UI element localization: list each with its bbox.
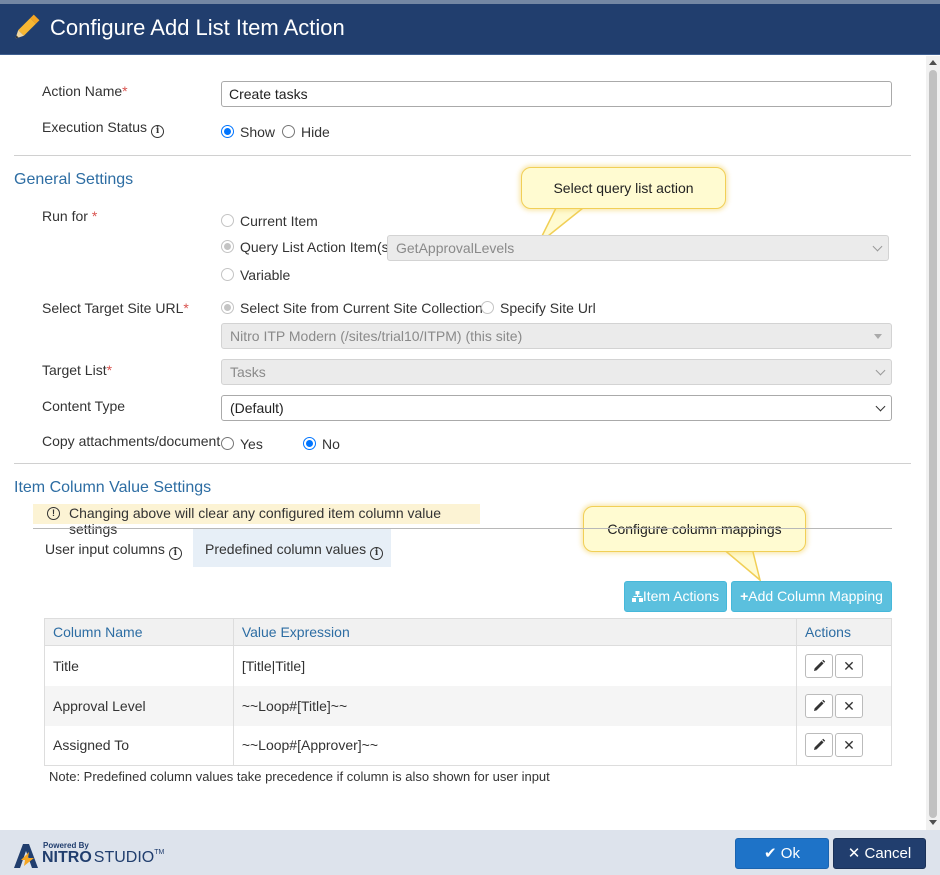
target-list-label: Target List*	[42, 362, 113, 378]
copy-attachments-label: Copy attachments/document	[42, 433, 221, 449]
ok-button[interactable]: ✔ Ok	[735, 838, 829, 869]
site-current-collection-label: Select Site from Current Site Collection	[240, 300, 483, 316]
nitro-studio-logo: Powered By NITRO STUDIOTM	[12, 840, 165, 870]
dialog-footer: Powered By NITRO STUDIOTM ✔ Ok ✕ Cancel	[0, 830, 940, 875]
delete-button[interactable]: ✕	[835, 693, 864, 718]
execution-status-label: Execution Status i	[42, 119, 165, 138]
cell-column-name: Assigned To	[44, 725, 234, 766]
close-icon: ✕	[843, 697, 855, 714]
close-icon: ✕	[843, 657, 855, 674]
cell-value-expression: ~~Loop#[Title]~~	[232, 685, 798, 726]
specify-site-url-radio[interactable]	[481, 301, 494, 314]
vertical-scrollbar[interactable]	[926, 56, 940, 830]
scroll-up-icon[interactable]	[929, 60, 937, 65]
table-row: Title [Title|Title] ✕	[44, 645, 892, 686]
delete-button[interactable]: ✕	[835, 653, 864, 678]
cell-value-expression: ~~Loop#[Approver]~~	[232, 725, 798, 766]
action-name-label: Action Name*	[42, 83, 128, 99]
precedence-note: Note: Predefined column values take prec…	[49, 769, 550, 784]
cell-column-name: Approval Level	[44, 685, 234, 726]
execution-hide-label: Hide	[301, 124, 330, 140]
target-site-select[interactable]: Nitro ITP Modern (/sites/trial10/ITPM) (…	[221, 323, 892, 349]
run-for-variable-label: Variable	[240, 267, 291, 283]
edit-button[interactable]	[805, 733, 834, 758]
pencil-icon	[814, 699, 826, 711]
general-settings-title: General Settings	[14, 171, 134, 188]
close-icon: ✕	[847, 845, 861, 862]
callout-select-query: Select query list action	[521, 167, 726, 209]
execution-show-label: Show	[240, 124, 276, 140]
sitemap-icon	[631, 591, 643, 602]
run-for-label: Run for *	[42, 208, 98, 224]
warning-banner: ! Changing above will clear any configur…	[33, 504, 480, 537]
table-row: Assigned To ~~Loop#[Approver]~~ ✕	[44, 725, 892, 766]
chevron-down-icon	[875, 365, 886, 376]
specify-site-url-label: Specify Site Url	[500, 300, 596, 316]
content-type-label: Content Type	[42, 398, 126, 414]
dropdown-triangle-icon	[874, 334, 882, 339]
execution-show-radio[interactable]	[221, 125, 234, 138]
cancel-button[interactable]: ✕ Cancel	[833, 838, 926, 869]
info-icon[interactable]: i	[168, 547, 182, 560]
warning-icon: !	[47, 507, 60, 520]
pencil-icon	[814, 739, 826, 751]
scroll-thumb[interactable]	[929, 70, 937, 818]
dialog-header: Configure Add List Item Action	[0, 0, 940, 55]
copy-attachments-yes-label: Yes	[240, 436, 263, 452]
chevron-down-icon	[872, 241, 883, 252]
add-column-mapping-button[interactable]: +Add Column Mapping	[731, 581, 892, 612]
column-mapping-table: Column Name Value Expression Actions Tit…	[44, 618, 892, 766]
section-divider	[14, 463, 911, 464]
chevron-down-icon	[875, 401, 886, 412]
cell-actions: ✕	[796, 685, 892, 726]
close-icon: ✕	[843, 737, 855, 754]
query-list-action-select[interactable]: GetApprovalLevels	[387, 235, 889, 261]
section-divider	[14, 155, 911, 156]
target-site-label: Select Target Site URL*	[42, 300, 189, 316]
scroll-down-icon[interactable]	[929, 820, 937, 825]
cell-value-expression: [Title|Title]	[232, 645, 798, 686]
target-list-select[interactable]: Tasks	[221, 359, 892, 385]
nitro-logo-icon	[14, 844, 38, 868]
pencil-icon	[814, 659, 826, 671]
info-icon[interactable]: i	[370, 547, 384, 560]
run-for-current-item-radio[interactable]	[221, 214, 234, 227]
callout-configure-mappings: Configure column mappings	[583, 506, 806, 552]
header-column-name: Column Name	[44, 618, 234, 646]
edit-button[interactable]	[805, 693, 834, 718]
tab-predefined-column-values[interactable]: Predefined column values i	[193, 529, 391, 567]
table-row: Approval Level ~~Loop#[Title]~~ ✕	[44, 685, 892, 726]
edit-button[interactable]	[805, 653, 834, 678]
check-icon: ✔	[764, 845, 777, 862]
run-for-query-label: Query List Action Item(s)	[240, 239, 394, 255]
copy-attachments-yes-radio[interactable]	[221, 437, 234, 450]
cell-actions: ✕	[796, 725, 892, 766]
item-actions-button[interactable]: Item Actions	[624, 581, 727, 612]
tab-user-input-columns[interactable]: User input columns i	[33, 529, 193, 567]
pencil-icon	[15, 14, 40, 39]
run-for-variable-radio[interactable]	[221, 268, 234, 281]
header-value-expression: Value Expression	[232, 618, 798, 646]
run-for-query-radio[interactable]	[221, 240, 234, 253]
dialog-title: Configure Add List Item Action	[50, 15, 345, 40]
site-current-collection-radio[interactable]	[221, 301, 234, 314]
cell-actions: ✕	[796, 645, 892, 686]
header-actions: Actions	[796, 618, 892, 646]
delete-button[interactable]: ✕	[835, 733, 864, 758]
info-icon[interactable]: i	[151, 125, 165, 138]
action-name-input[interactable]: Create tasks	[221, 81, 892, 107]
item-column-settings-title: Item Column Value Settings	[14, 479, 212, 496]
run-for-current-item-label: Current Item	[240, 213, 318, 229]
content-type-select[interactable]: (Default)	[221, 395, 892, 421]
execution-hide-radio[interactable]	[282, 125, 295, 138]
cell-column-name: Title	[44, 645, 234, 686]
brand-text: NITRO STUDIOTM	[42, 849, 165, 866]
copy-attachments-no-label: No	[322, 436, 340, 452]
copy-attachments-no-radio[interactable]	[303, 437, 316, 450]
header-top-strip	[0, 0, 940, 4]
